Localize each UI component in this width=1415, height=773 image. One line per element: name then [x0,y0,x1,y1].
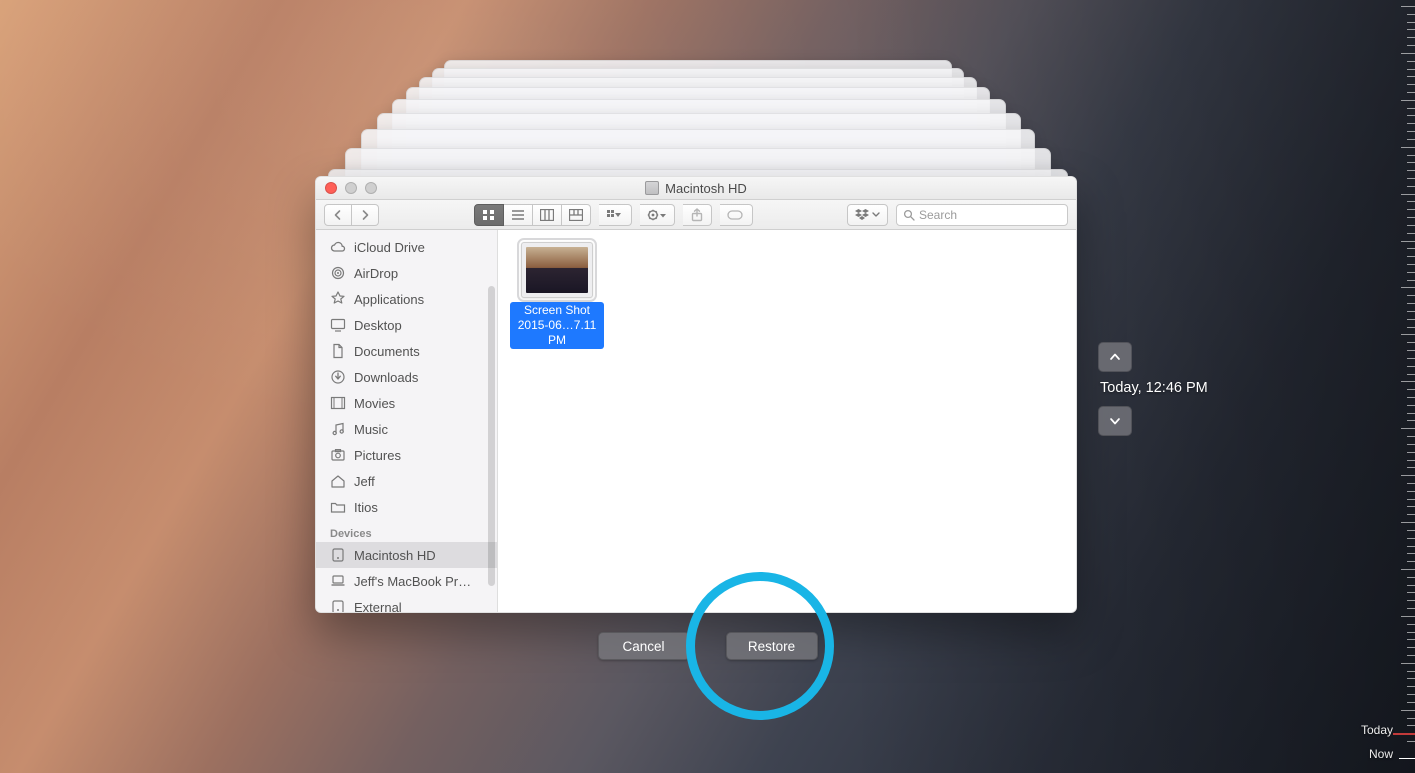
sidebar-item-movies[interactable]: Movies [316,390,497,416]
sidebar-item-label: Applications [354,292,424,307]
tags-button[interactable] [720,204,753,226]
timeline-prev-button[interactable] [1098,342,1132,372]
sidebar-device-macintosh-hd[interactable]: Macintosh HD [316,542,497,568]
close-window-button[interactable] [325,182,337,194]
forward-button[interactable] [352,204,379,226]
back-button[interactable] [324,204,352,226]
sidebar-item-label: External [354,600,402,613]
movies-icon [330,395,346,411]
sidebar-item-applications[interactable]: Applications [316,286,497,312]
search-field[interactable]: Search [896,204,1068,226]
sidebar-item-jeff[interactable]: Jeff [316,468,497,494]
sidebar-item-label: Movies [354,396,395,411]
sidebar-item-downloads[interactable]: Downloads [316,364,497,390]
dropbox-button[interactable] [847,204,888,226]
zoom-window-button[interactable] [365,182,377,194]
sidebar-item-label: Jeff's MacBook Pr… [354,574,471,589]
icon-view-button[interactable] [474,204,504,226]
share-button[interactable] [683,204,712,226]
hdd-icon [645,181,659,195]
list-view-button[interactable] [504,204,533,226]
search-icon [903,209,915,221]
documents-icon [330,343,346,359]
view-mode-buttons [474,204,591,226]
devices-header: Devices [316,520,497,542]
sidebar: iCloud Drive AirDrop Applications Desktop Do… [316,230,498,612]
action-button[interactable] [640,204,675,226]
ruler-now-tick [1399,758,1415,759]
cloud-icon [330,239,346,255]
music-icon [330,421,346,437]
timeline-controls: Today, 12:46 PM [1098,342,1308,436]
restore-button[interactable]: Restore [726,632,818,660]
sidebar-item-documents[interactable]: Documents [316,338,497,364]
cancel-button[interactable]: Cancel [598,632,690,660]
sidebar-device-external[interactable]: External [316,594,497,612]
coverflow-view-button[interactable] [562,204,591,226]
window-controls [325,182,377,194]
sidebar-item-pictures[interactable]: Pictures [316,442,497,468]
sidebar-item-label: Music [354,422,388,437]
pictures-icon [330,447,346,463]
window-title: Macintosh HD [665,181,747,196]
hdd-icon [330,599,346,612]
sidebar-item-label: AirDrop [354,266,398,281]
sidebar-scrollbar[interactable] [488,286,495,586]
arrange-button[interactable] [599,204,632,226]
sidebar-item-label: iCloud Drive [354,240,425,255]
file-thumbnail [521,242,593,298]
hdd-icon [330,547,346,563]
column-view-button[interactable] [533,204,562,226]
file-content-area[interactable]: Screen Shot2015-06…7.11 PM [498,230,1076,612]
toolbar: Search [316,200,1076,230]
sidebar-item-label: Downloads [354,370,418,385]
nav-buttons [324,204,379,226]
sidebar-item-label: Jeff [354,474,375,489]
ruler-today-marker [1393,733,1415,735]
timeline-current-label: Today, 12:46 PM [1100,380,1308,396]
folder-icon [330,499,346,515]
timeline-next-button[interactable] [1098,406,1132,436]
finder-window: Macintosh HD [315,176,1077,613]
sidebar-item-label: Pictures [354,448,401,463]
file-item[interactable]: Screen Shot2015-06…7.11 PM [510,242,604,349]
sidebar-item-music[interactable]: Music [316,416,497,442]
laptop-icon [330,573,346,589]
minimize-window-button[interactable] [345,182,357,194]
house-icon [330,473,346,489]
sidebar-item-itios[interactable]: Itios [316,494,497,520]
downloads-icon [330,369,346,385]
sidebar-item-icloud-drive[interactable]: iCloud Drive [316,234,497,260]
sidebar-item-label: Documents [354,344,420,359]
ruler-today-label: Today [1361,723,1393,737]
sidebar-device-jeff-s-macbook-pr-[interactable]: Jeff's MacBook Pr… [316,568,497,594]
apps-icon [330,291,346,307]
ruler-now-label: Now [1369,747,1393,761]
airdrop-icon [330,265,346,281]
titlebar: Macintosh HD [316,177,1076,200]
sidebar-item-desktop[interactable]: Desktop [316,312,497,338]
file-name: Screen Shot2015-06…7.11 PM [510,302,604,349]
time-machine-actions: Cancel Restore [0,632,1415,660]
desktop-icon [330,317,346,333]
sidebar-item-label: Itios [354,500,378,515]
sidebar-item-airdrop[interactable]: AirDrop [316,260,497,286]
sidebar-item-label: Macintosh HD [354,548,436,563]
sidebar-item-label: Desktop [354,318,402,333]
search-placeholder: Search [919,208,957,222]
